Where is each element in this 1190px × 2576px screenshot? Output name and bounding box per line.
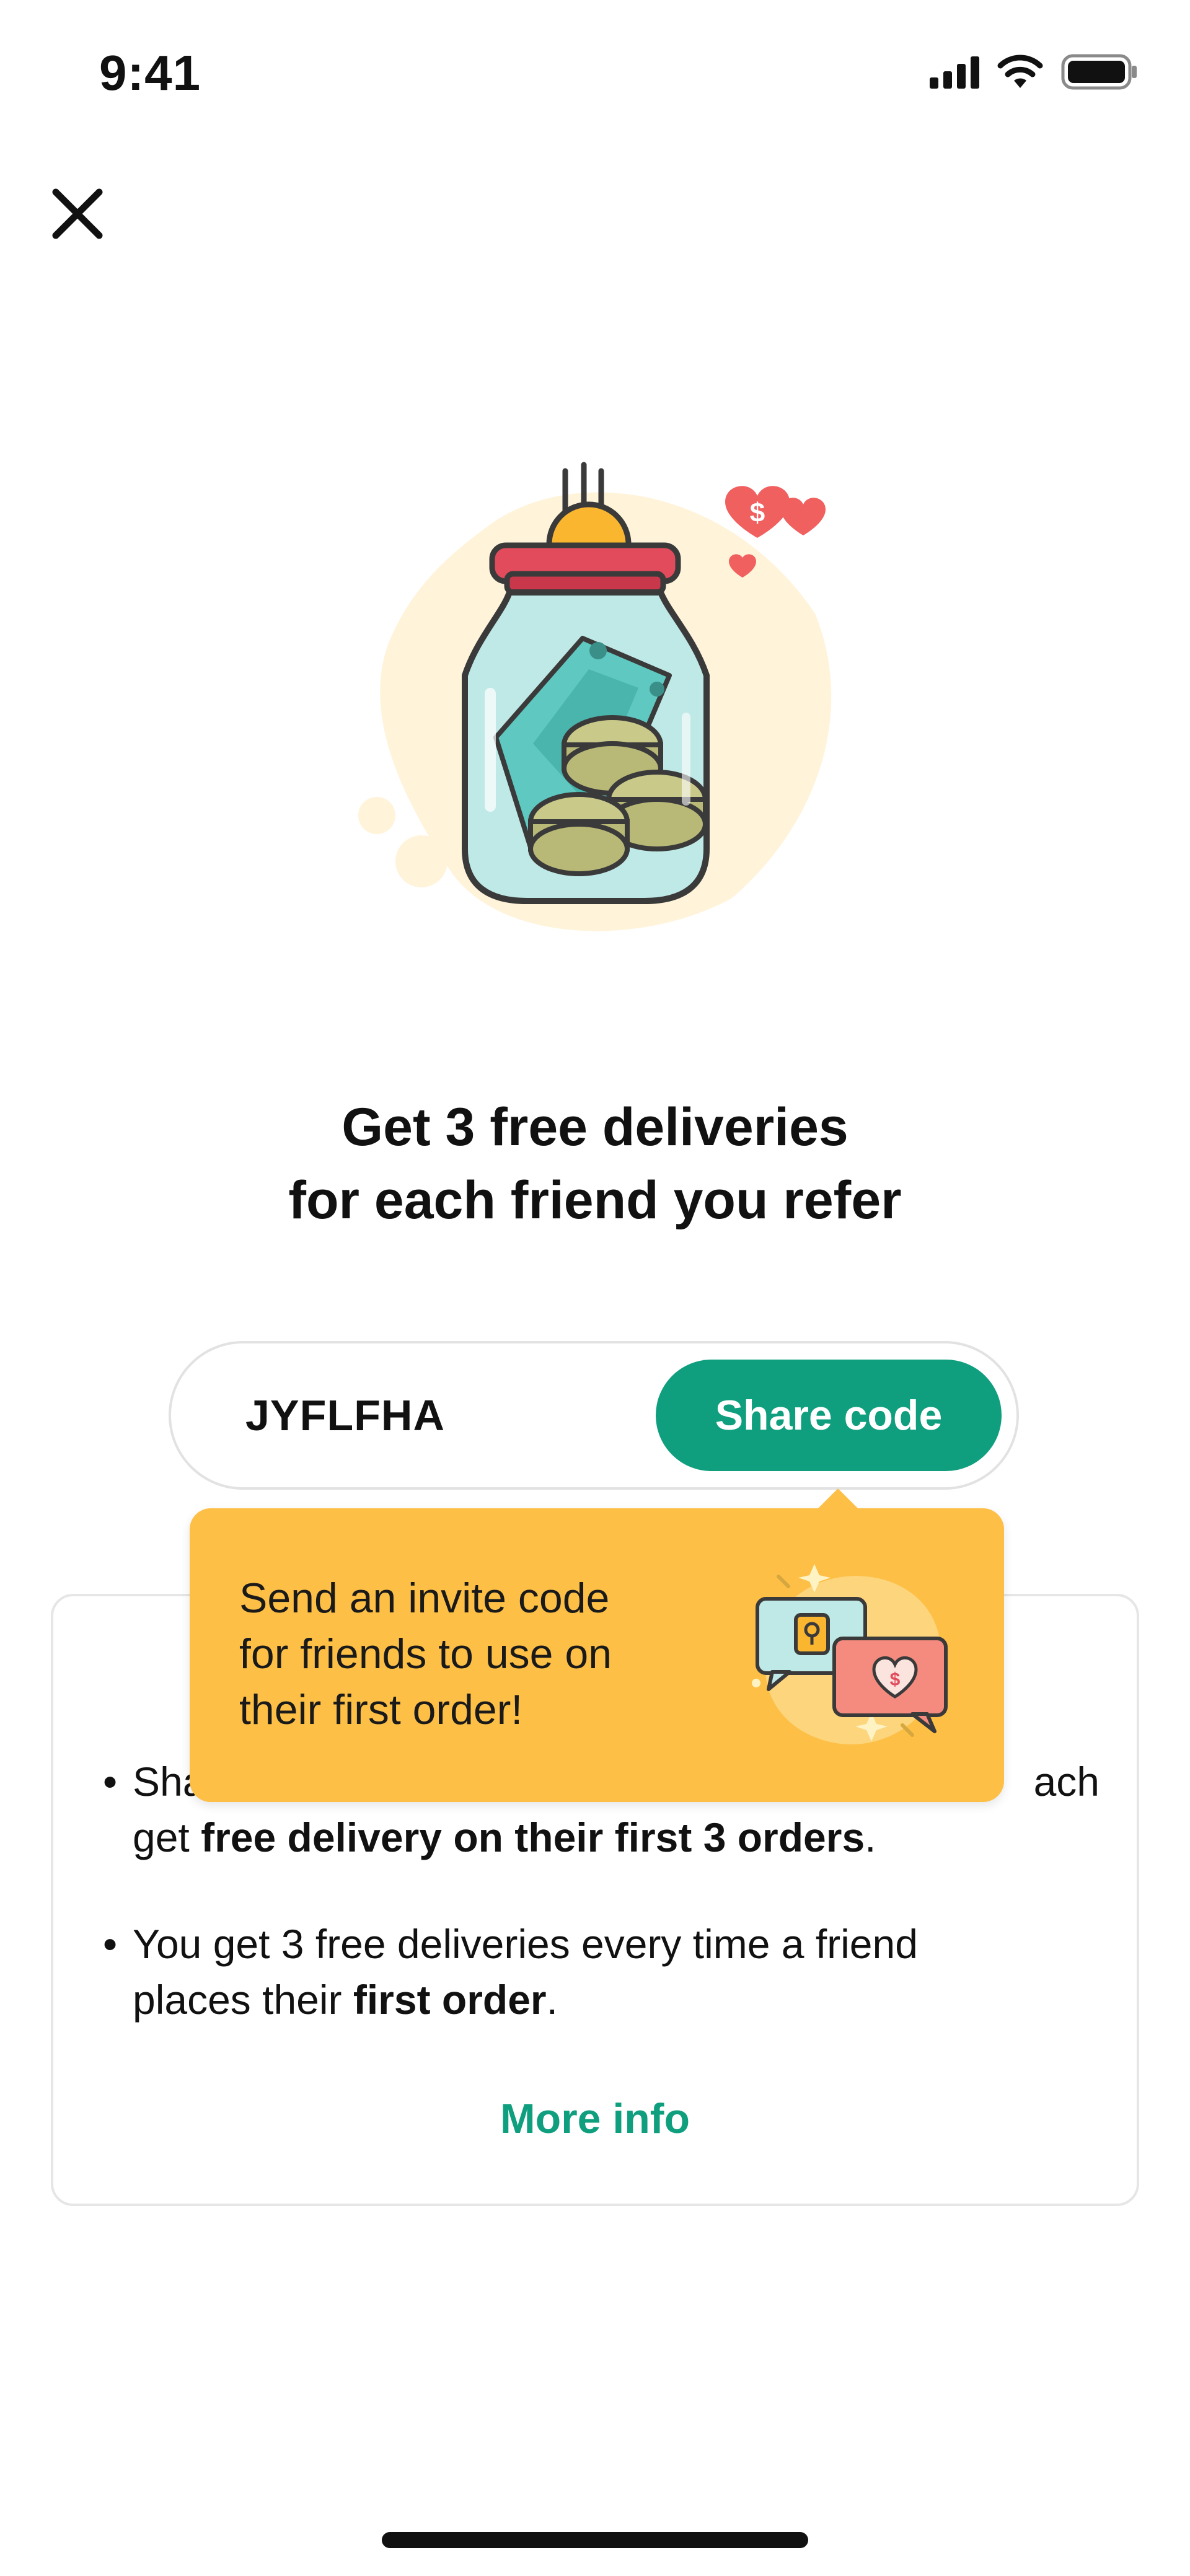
tooltip-arrow bbox=[817, 1488, 859, 1510]
status-icons bbox=[930, 53, 1138, 90]
bullet-2-bold: first order bbox=[353, 1977, 547, 2023]
bullet-2-line-1: You get 3 free deliveries every time a f… bbox=[133, 1921, 918, 1967]
chat-bubbles-icon: $ bbox=[741, 1545, 964, 1769]
bullet-dot: • bbox=[103, 1759, 118, 1805]
home-indicator[interactable] bbox=[382, 2532, 808, 2548]
money-jar-illustration: $ bbox=[347, 452, 843, 948]
tooltip-line-2: for friends to use on bbox=[239, 1630, 612, 1677]
svg-text:$: $ bbox=[750, 498, 765, 528]
tooltip-text: Send an invite code for friends to use o… bbox=[239, 1570, 710, 1738]
info-bullet-2: • You get 3 free deliveries every time a… bbox=[103, 1916, 1095, 2028]
referral-code-field: JYFLFHA Share code bbox=[169, 1341, 1019, 1490]
bullet-1-bold: free delivery on their first 3 orders bbox=[201, 1814, 865, 1860]
bullet-1-end: ach bbox=[1033, 1759, 1100, 1805]
tooltip-line-1: Send an invite code bbox=[239, 1575, 610, 1622]
headline-line-2: for each friend you refer bbox=[288, 1171, 902, 1230]
referral-code[interactable]: JYFLFHA bbox=[245, 1343, 445, 1487]
bullet-1-prefix: get bbox=[133, 1814, 201, 1860]
tooltip-line-3: their first order! bbox=[239, 1686, 523, 1733]
bullet-2-prefix: places their bbox=[133, 1977, 353, 2023]
close-icon bbox=[52, 188, 103, 239]
svg-text:$: $ bbox=[890, 1669, 901, 1690]
referral-screen: 9:41 $ Get 3 free deliveries for each fr… bbox=[0, 0, 1190, 2576]
share-code-button[interactable]: Share code bbox=[656, 1360, 1002, 1471]
cellular-signal-icon bbox=[930, 55, 979, 89]
close-button[interactable] bbox=[43, 180, 112, 248]
bullet-1-suffix: . bbox=[865, 1814, 876, 1860]
headline-line-1: Get 3 free deliveries bbox=[342, 1097, 848, 1157]
share-code-tooltip[interactable]: Send an invite code for friends to use o… bbox=[190, 1488, 1004, 1802]
more-info-link[interactable]: More info bbox=[53, 2095, 1137, 2143]
headline: Get 3 free deliveries for each friend yo… bbox=[0, 1091, 1190, 1237]
battery-icon bbox=[1061, 53, 1138, 90]
bullet-2-suffix: . bbox=[546, 1977, 558, 2023]
status-time: 9:41 bbox=[99, 45, 201, 100]
bullet-dot: • bbox=[103, 1921, 118, 1967]
wifi-icon bbox=[997, 55, 1044, 89]
